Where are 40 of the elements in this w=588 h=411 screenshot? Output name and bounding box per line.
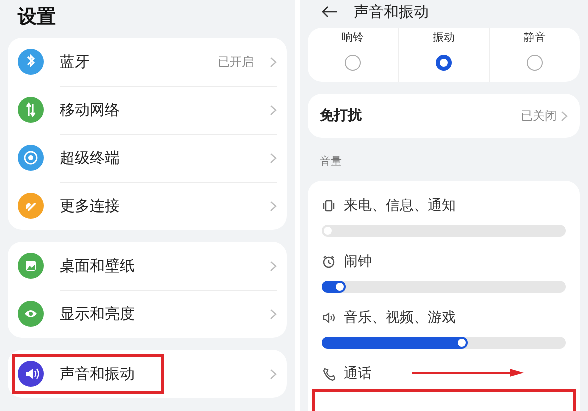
slider-thumb[interactable]: [324, 227, 332, 235]
section-heading: 音量: [319, 154, 343, 170]
chevron-icon: [270, 56, 277, 68]
vibrate-icon: [322, 199, 336, 213]
chevron-icon: [270, 260, 277, 272]
settings-item[interactable]: 免打扰 已关闭: [308, 94, 580, 138]
clock-icon: [322, 255, 336, 269]
volume-slider[interactable]: [322, 225, 566, 237]
settings-item[interactable]: 蓝牙 已开启: [8, 38, 287, 86]
speaker-icon: [322, 311, 336, 325]
chevron-icon: [561, 110, 568, 122]
chevron-icon: [270, 308, 277, 320]
settings-item[interactable]: 显示和亮度: [8, 290, 287, 338]
page-title: 声音和振动: [354, 2, 429, 22]
volume-label: 音乐、视频、游戏: [344, 309, 456, 327]
volume-label: 来电、信息、通知: [344, 197, 456, 215]
volume-slider[interactable]: [322, 281, 566, 293]
chevron-icon: [270, 152, 277, 164]
phone-icon: [322, 367, 336, 381]
status-text: 已关闭: [521, 108, 557, 124]
chevron-icon: [270, 200, 277, 212]
chevron-icon: [270, 368, 277, 380]
mode-option[interactable]: 响铃: [308, 28, 398, 82]
mode-option[interactable]: 静音: [489, 28, 580, 82]
settings-item[interactable]: 更多连接: [8, 182, 287, 230]
settings-item[interactable]: 移动网络: [8, 86, 287, 134]
chevron-icon: [270, 104, 277, 116]
volume-label: 通话: [344, 365, 372, 383]
back-icon[interactable]: [322, 6, 338, 18]
status-text: 已开启: [218, 54, 254, 70]
radio-button[interactable]: [436, 55, 452, 71]
settings-item[interactable]: 超级终端: [8, 134, 287, 182]
radio-button[interactable]: [527, 55, 543, 71]
page-title: 设置: [16, 5, 57, 30]
settings-item[interactable]: 声音和振动: [8, 350, 287, 398]
mode-option[interactable]: 振动: [398, 28, 489, 82]
volume-slider[interactable]: [322, 337, 566, 349]
volume-label: 闹钟: [344, 253, 372, 271]
radio-button[interactable]: [345, 55, 361, 71]
settings-item[interactable]: 桌面和壁纸: [8, 242, 287, 290]
